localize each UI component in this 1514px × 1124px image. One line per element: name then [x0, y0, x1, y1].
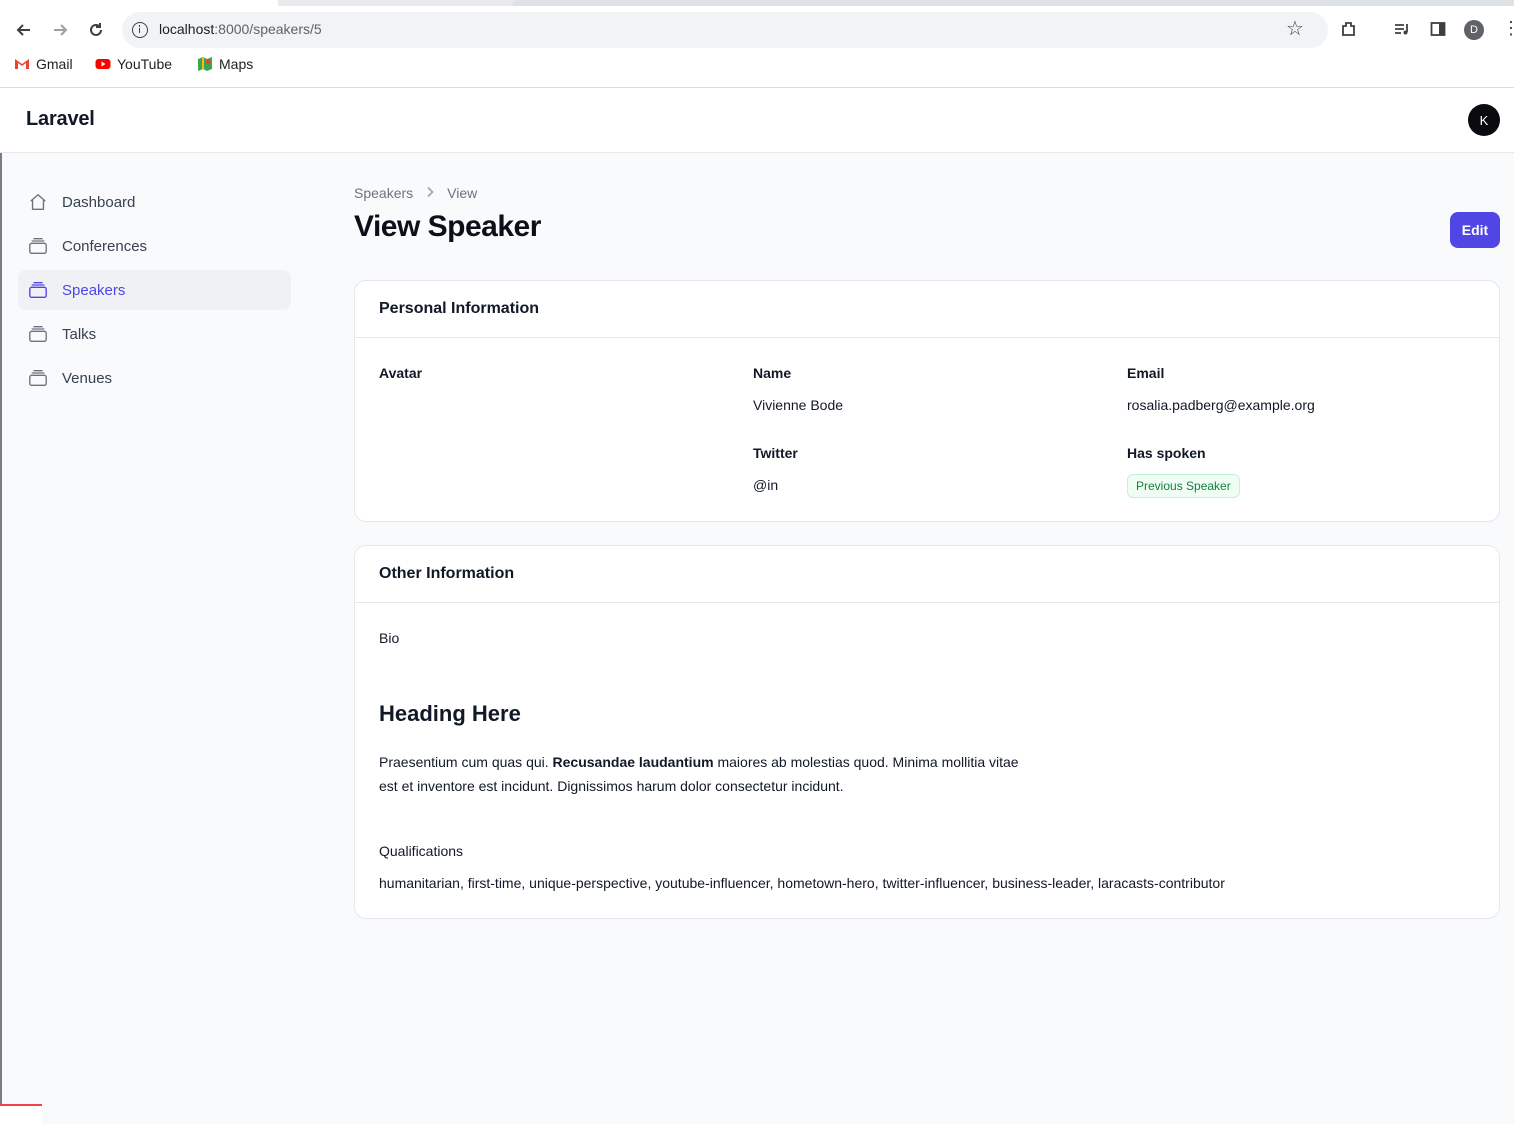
back-icon[interactable] — [10, 16, 38, 44]
bookmark-star-icon[interactable]: ☆ — [1286, 17, 1304, 41]
extensions-icon[interactable] — [1338, 18, 1360, 40]
status-badge: Previous Speaker — [1127, 474, 1240, 498]
forward-icon[interactable] — [46, 16, 74, 44]
youtube-icon — [95, 59, 111, 69]
sidebar-item-venues[interactable]: Venues — [18, 358, 291, 398]
bio-paragraph: Praesentium cum quas qui. Recusandae lau… — [379, 754, 1019, 794]
site-info-icon[interactable] — [132, 22, 148, 38]
app-topbar: Laravel K — [0, 88, 1514, 153]
url-text[interactable]: localhost:8000/speakers/5 — [159, 21, 322, 37]
home-icon — [28, 192, 48, 212]
sidebar-item-label: Dashboard — [62, 193, 136, 211]
side-panel-icon[interactable] — [1427, 18, 1449, 40]
bio-bold-text: Recusandae laudantium — [552, 754, 714, 770]
sidebar-item-label: Speakers — [62, 281, 126, 299]
sidebar-item-talks[interactable]: Talks — [18, 314, 291, 354]
bookmark-gmail[interactable]: Gmail — [14, 56, 73, 72]
edit-button[interactable]: Edit — [1450, 212, 1500, 248]
personal-information-card: Personal Information Avatar Name Vivienn… — [354, 280, 1500, 522]
debug-toolbar-icon[interactable] — [0, 1104, 42, 1124]
sidebar-item-dashboard[interactable]: Dashboard — [18, 182, 291, 222]
gmail-icon — [15, 59, 29, 69]
sidebar-item-conferences[interactable]: Conferences — [18, 226, 291, 266]
address-bar[interactable]: localhost:8000/speakers/5 — [122, 12, 1328, 48]
chevron-right-icon — [425, 185, 435, 201]
rectangle-stack-icon — [28, 280, 48, 300]
qualifications-label: Qualifications — [379, 843, 464, 859]
email-value: rosalia.padberg@example.org — [1127, 397, 1315, 413]
sidebar-item-label: Talks — [62, 325, 97, 343]
twitter-label: Twitter — [753, 445, 798, 461]
bio-label: Bio — [379, 630, 400, 646]
twitter-value: @in — [753, 477, 779, 493]
page-title: View Speaker — [354, 210, 541, 243]
active-tab[interactable] — [0, 0, 278, 6]
email-label: Email — [1127, 365, 1165, 381]
tab-strip — [0, 0, 1514, 6]
section-heading: Personal Information — [355, 281, 1499, 338]
sidebar-item-speakers[interactable]: Speakers — [18, 270, 291, 310]
browser-menu-icon[interactable]: ⋮ — [1502, 18, 1514, 39]
media-control-icon[interactable] — [1391, 18, 1413, 40]
window-edge — [0, 153, 2, 1124]
name-value: Vivienne Bode — [753, 397, 844, 413]
rectangle-stack-icon — [28, 324, 48, 344]
bookmark-youtube[interactable]: YouTube — [95, 56, 172, 72]
browser-profile-avatar[interactable]: D — [1464, 20, 1484, 40]
browser-toolbar: localhost:8000/speakers/5 ☆ D ⋮ Gmail Yo… — [0, 0, 1514, 88]
inactive-tab[interactable] — [512, 0, 1514, 6]
avatar-label: Avatar — [379, 365, 423, 381]
rectangle-stack-icon — [28, 368, 48, 388]
has-spoken-label: Has spoken — [1127, 445, 1206, 461]
sidebar-item-label: Conferences — [62, 237, 148, 255]
breadcrumb: Speakers View — [354, 185, 477, 201]
other-information-card: Other Information Bio Heading Here Praes… — [354, 545, 1500, 919]
maps-icon — [198, 57, 212, 71]
bookmark-maps[interactable]: Maps — [197, 56, 253, 72]
bio-heading: Heading Here — [379, 701, 521, 726]
qualifications-value: humanitarian, first-time, unique-perspec… — [379, 875, 1225, 891]
sidebar-nav: Dashboard Conferences Speakers Talks Ven… — [18, 182, 291, 402]
brand-logo[interactable]: Laravel — [26, 108, 95, 131]
reload-icon[interactable] — [82, 16, 110, 44]
name-label: Name — [753, 365, 792, 381]
section-heading: Other Information — [355, 546, 1499, 603]
breadcrumb-current: View — [447, 185, 478, 201]
rectangle-stack-icon — [28, 236, 48, 256]
sidebar-item-label: Venues — [62, 369, 113, 387]
breadcrumb-link-speakers[interactable]: Speakers — [354, 185, 413, 201]
user-avatar[interactable]: K — [1468, 104, 1500, 136]
